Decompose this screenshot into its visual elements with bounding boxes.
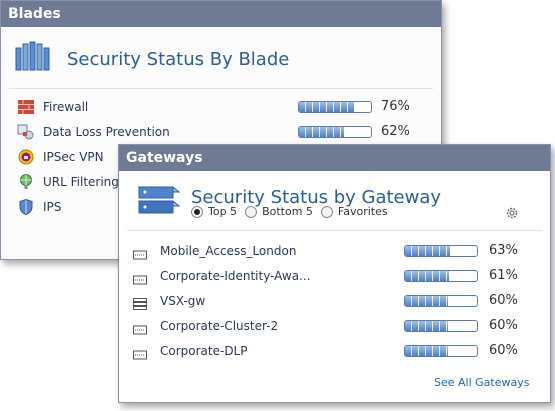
gateway-progress-bar <box>404 270 478 282</box>
blades-logo-icon <box>15 40 53 78</box>
gateway-progress-bar <box>404 295 478 307</box>
gateways-panel: Gateways Security Status by Gateway Top … <box>118 144 551 403</box>
blade-label: IPS <box>43 200 62 214</box>
ips-shield-icon <box>17 199 35 215</box>
firewall-icon <box>17 99 35 115</box>
filter-top-5[interactable]: Top 5 <box>191 205 237 218</box>
gateway-appliance-icon <box>133 245 147 260</box>
gateway-appliance-icon <box>133 345 147 360</box>
blade-label: Firewall <box>43 100 89 114</box>
gateway-progress-bar <box>404 245 478 257</box>
blade-percent: 62% <box>381 124 410 139</box>
filter-label: Top 5 <box>208 205 238 218</box>
filter-bottom-5[interactable]: Bottom 5 <box>245 205 313 218</box>
blade-label: IPSec VPN <box>43 150 104 164</box>
radio-button[interactable] <box>320 205 333 218</box>
blades-title: Security Status By Blade <box>67 48 290 70</box>
gateway-filter-group: Top 5 Bottom 5 Favorites <box>191 205 396 218</box>
gateway-percent: 63% <box>489 243 518 258</box>
gateway-label: Corporate-DLP <box>160 344 248 358</box>
gateway-row[interactable]: Corporate-Identity-Awa... <box>133 267 311 285</box>
gateways-panel-header: Gateways <box>119 145 550 171</box>
blade-row-ips[interactable]: IPS <box>17 198 61 216</box>
gateway-row[interactable]: VSX-gw <box>133 292 205 310</box>
radio-button[interactable] <box>245 205 258 218</box>
blade-percent: 76% <box>381 99 410 114</box>
blade-row-url-filtering[interactable]: URL Filtering <box>17 173 119 191</box>
gateway-label: Corporate-Cluster-2 <box>160 319 279 333</box>
blade-row-firewall[interactable]: Firewall <box>17 98 88 116</box>
blade-progress-bar <box>298 101 372 113</box>
blades-panel-header: Blades <box>1 1 441 27</box>
gateway-progress-bar <box>404 345 478 357</box>
filter-favorites[interactable]: Favorites <box>320 205 388 218</box>
see-all-gateways-link[interactable]: See All Gateways <box>434 376 529 389</box>
gateway-label: Mobile_Access_London <box>160 244 297 258</box>
gateway-appliance-icon <box>133 270 147 285</box>
url-filtering-icon <box>17 174 35 190</box>
blades-divider <box>9 88 433 89</box>
gateway-row[interactable]: Corporate-Cluster-2 <box>133 317 278 335</box>
gateway-progress-bar <box>404 320 478 332</box>
filter-label: Favorites <box>337 205 388 218</box>
blade-progress-bar <box>298 126 372 138</box>
blade-label: URL Filtering <box>43 175 119 189</box>
gateway-percent: 60% <box>489 293 518 308</box>
gateway-stack-icon <box>135 183 181 221</box>
radio-button[interactable] <box>191 205 203 218</box>
blades-title-row: Security Status By Blade <box>15 40 289 78</box>
blade-label: Data Loss Prevention <box>43 125 170 139</box>
gear-icon[interactable] <box>505 205 519 224</box>
blade-row-ipsec-vpn[interactable]: IPSec VPN <box>17 148 104 166</box>
filter-label: Bottom 5 <box>262 205 313 218</box>
data-loss-prevention-icon <box>17 124 35 140</box>
gateway-percent: 60% <box>489 318 518 333</box>
vsx-gateway-icon <box>133 295 147 310</box>
gateway-row[interactable]: Corporate-DLP <box>133 342 247 360</box>
gateways-panel-body: Security Status by Gateway Top 5 Bottom … <box>119 172 550 402</box>
gateway-percent: 60% <box>489 343 518 358</box>
gateway-label: Corporate-Identity-Awa... <box>160 269 311 283</box>
gateway-row[interactable]: Mobile_Access_London <box>133 242 296 260</box>
blade-row-data-loss-prevention[interactable]: Data Loss Prevention <box>17 123 170 141</box>
gateway-label: VSX-gw <box>160 294 206 308</box>
gateway-appliance-icon <box>133 320 147 335</box>
vpn-lock-icon <box>17 149 35 165</box>
gateway-percent: 61% <box>489 268 518 283</box>
gateways-divider <box>127 230 542 231</box>
